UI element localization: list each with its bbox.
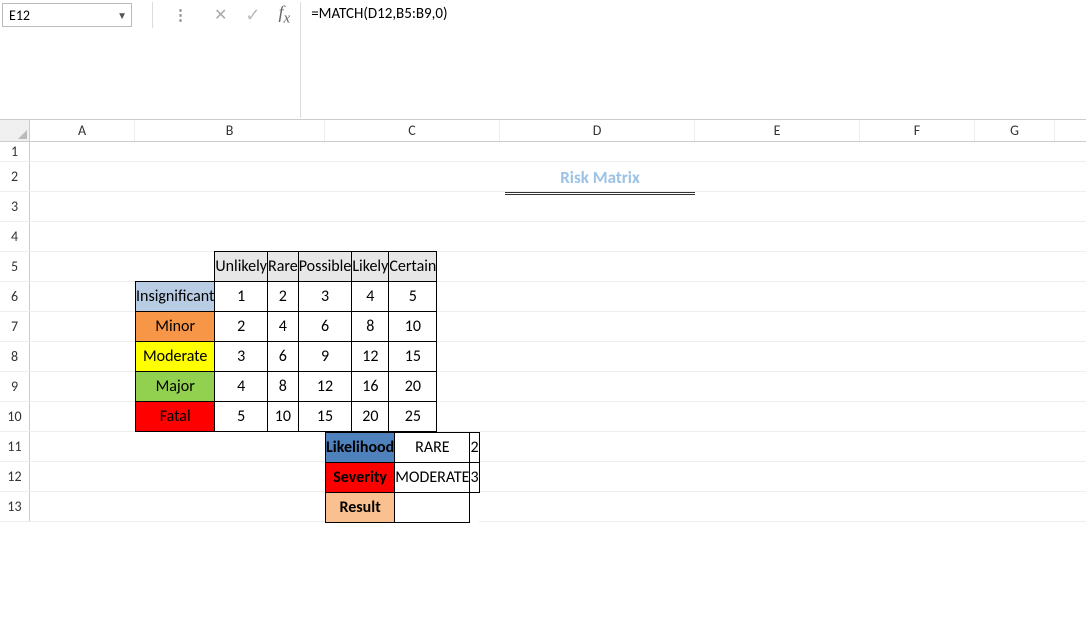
cell[interactable]: 6 [298, 312, 352, 342]
col-header-C[interactable]: C [325, 120, 500, 141]
row-header[interactable]: 5 [0, 252, 30, 281]
cell[interactable]: 12 [352, 342, 389, 372]
row-moderate[interactable]: Moderate [136, 342, 215, 372]
col-header-A[interactable]: A [30, 120, 135, 141]
formula-bar-area: E12 ▼ ⋮ ✕ ✓ fx =MATCH(D12,B5:B9,0) [0, 0, 1086, 120]
cell[interactable]: 20 [389, 372, 437, 402]
cell[interactable]: 25 [389, 402, 437, 432]
cell[interactable]: 10 [268, 402, 299, 432]
severity-index[interactable]: 3 [470, 463, 479, 493]
row-header[interactable]: 12 [0, 462, 30, 491]
cancel-icon[interactable]: ✕ [214, 5, 227, 25]
row-header[interactable]: 11 [0, 432, 30, 461]
likelihood-value[interactable]: RARE [395, 433, 470, 463]
drag-handle-icon[interactable]: ⋮ [173, 2, 189, 28]
col-header-E[interactable]: E [695, 120, 860, 141]
row-header[interactable]: 13 [0, 492, 30, 521]
name-box-value: E12 [9, 7, 30, 24]
separator [152, 2, 153, 28]
name-box[interactable]: E12 ▼ [2, 3, 132, 27]
row-header[interactable]: 8 [0, 342, 30, 371]
cell[interactable]: 2 [268, 282, 299, 312]
likelihood-index[interactable]: 2 [470, 433, 479, 463]
col-header-B[interactable]: B [135, 120, 325, 141]
row-insignificant[interactable]: Insignificant [136, 282, 215, 312]
cell[interactable]: 20 [352, 402, 389, 432]
row-header[interactable]: 1 [0, 142, 30, 161]
row-header[interactable]: 4 [0, 222, 30, 251]
col-header-F[interactable]: F [860, 120, 975, 141]
col-likely[interactable]: Likely [352, 252, 389, 282]
cell[interactable]: 2 [215, 312, 268, 342]
cell[interactable]: 1 [215, 282, 268, 312]
row-header[interactable]: 3 [0, 192, 30, 221]
cell[interactable]: 10 [389, 312, 437, 342]
chevron-down-icon[interactable]: ▼ [117, 9, 127, 22]
cell[interactable]: 5 [389, 282, 437, 312]
fx-icon[interactable]: fx [279, 2, 291, 28]
table-corner[interactable] [136, 252, 215, 282]
result-value[interactable] [395, 493, 470, 523]
empty-cell[interactable] [470, 493, 479, 523]
row-fatal[interactable]: Fatal [136, 402, 215, 432]
severity-label[interactable]: Severity [326, 463, 395, 493]
lookup-table: Likelihood RARE 2 Severity MODERATE 3 Re… [325, 432, 480, 523]
row-header[interactable]: 9 [0, 372, 30, 401]
cell[interactable]: 6 [268, 342, 299, 372]
cell[interactable]: 3 [298, 282, 352, 312]
row-header[interactable]: 6 [0, 282, 30, 311]
enter-icon[interactable]: ✓ [245, 4, 260, 26]
cell[interactable]: 4 [352, 282, 389, 312]
formula-text: =MATCH(D12,B5:B9,0) [311, 5, 447, 23]
row-header[interactable]: 2 [0, 162, 30, 191]
cell[interactable]: 4 [268, 312, 299, 342]
row-header[interactable]: 10 [0, 402, 30, 431]
col-certain[interactable]: Certain [389, 252, 437, 282]
col-header-D[interactable]: D [500, 120, 695, 141]
cell[interactable]: 9 [298, 342, 352, 372]
spreadsheet-grid: A B C D E F G 1 2 3 4 5 6 7 8 9 10 11 12… [0, 120, 1086, 522]
risk-matrix-table: Unlikely Rare Possible Likely Certain In… [135, 251, 437, 432]
cell[interactable]: 15 [389, 342, 437, 372]
cell[interactable]: 4 [215, 372, 268, 402]
likelihood-label[interactable]: Likelihood [326, 433, 395, 463]
grid-rows: 1 2 3 4 5 6 7 8 9 10 11 12 13 Risk Matri… [0, 142, 1086, 522]
col-header-G[interactable]: G [975, 120, 1055, 141]
cell[interactable]: 8 [268, 372, 299, 402]
row-header[interactable]: 7 [0, 312, 30, 341]
cell[interactable]: 16 [352, 372, 389, 402]
row-major[interactable]: Major [136, 372, 215, 402]
col-rare[interactable]: Rare [268, 252, 299, 282]
cell[interactable]: 3 [215, 342, 268, 372]
formula-input[interactable]: =MATCH(D12,B5:B9,0) [300, 2, 1086, 118]
page-title: Risk Matrix [505, 167, 695, 195]
col-unlikely[interactable]: Unlikely [215, 252, 268, 282]
column-headers: A B C D E F G [0, 120, 1086, 142]
result-label[interactable]: Result [326, 493, 395, 523]
row-minor[interactable]: Minor [136, 312, 215, 342]
cell[interactable]: 8 [352, 312, 389, 342]
severity-value[interactable]: MODERATE [395, 463, 470, 493]
select-all-corner[interactable] [0, 120, 30, 141]
cell[interactable]: 12 [298, 372, 352, 402]
cell[interactable]: 5 [215, 402, 268, 432]
formula-buttons: ✕ ✓ fx [214, 2, 300, 28]
cell[interactable]: 15 [298, 402, 352, 432]
col-possible[interactable]: Possible [298, 252, 352, 282]
